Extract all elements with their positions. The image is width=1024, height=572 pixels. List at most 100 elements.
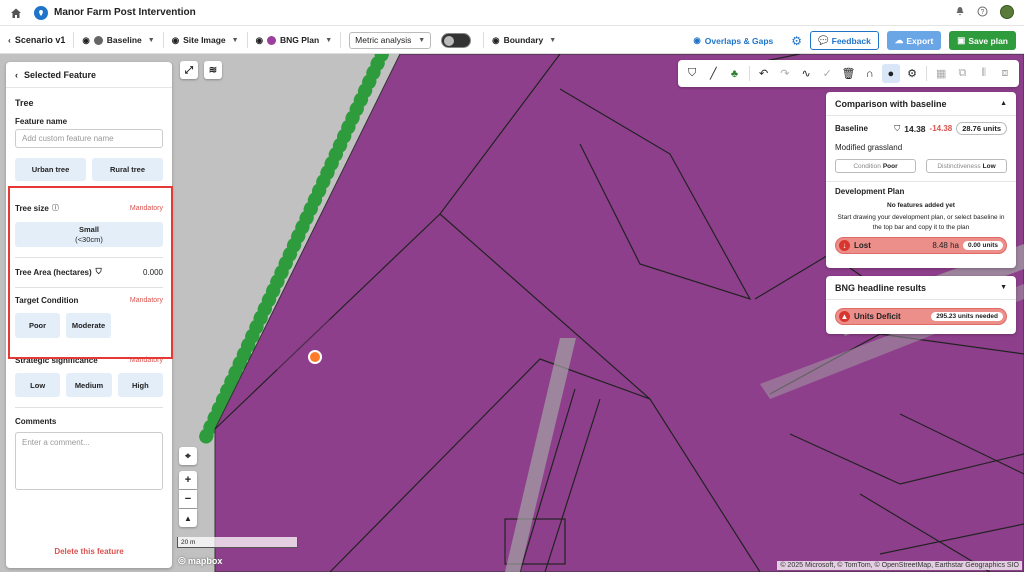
site-image-layer[interactable]: ◉ Site Image ▼ (164, 27, 247, 53)
tree-area-value: 0.000 (142, 267, 163, 277)
urban-tree-button[interactable]: Urban tree (15, 158, 86, 181)
boundary-layer[interactable]: ◉ Boundary ▼ (484, 27, 564, 53)
feedback-label: Feedback (831, 35, 871, 46)
strategic-medium-button[interactable]: Medium (66, 373, 112, 397)
development-plan-title: Development Plan (835, 187, 905, 196)
comments-textarea[interactable]: Enter a comment... (15, 432, 163, 490)
locate-button[interactable]: ⌖ (179, 447, 197, 465)
confirm-check-icon[interactable]: ✓ (818, 64, 836, 83)
fullscreen-button[interactable]: ⤢ (180, 61, 198, 79)
chat-icon: 💬 (818, 35, 829, 45)
app-logo-icon (34, 5, 48, 20)
home-icon[interactable] (8, 5, 24, 21)
notifications-icon[interactable] (955, 6, 965, 18)
deficit-label: Units Deficit (854, 312, 901, 321)
plus-icon: + (184, 474, 192, 486)
app-header: Manor Farm Post Intervention ? (0, 0, 1024, 26)
help-icon[interactable]: ? (977, 6, 988, 19)
eye-icon[interactable]: ◉ (492, 35, 499, 46)
metric-select-value: Metric analysis (355, 35, 412, 45)
delete-feature-button[interactable]: Delete this feature (6, 547, 172, 556)
baseline-label: Baseline (106, 35, 142, 45)
baseline-value: 14.38 (904, 123, 926, 134)
save-plan-button[interactable]: ▣ Save plan (949, 31, 1016, 50)
layers-button[interactable]: ≋ (204, 61, 222, 79)
selected-feature-panel: ‹ Selected Feature Tree Feature name Add… (6, 62, 172, 568)
tool-settings-gear-icon[interactable]: ⚙ (903, 64, 921, 83)
cloud-upload-icon: ☁ (894, 35, 904, 45)
condition-poor-button[interactable]: Poor (15, 313, 60, 338)
redo-icon[interactable]: ↷ (776, 64, 794, 83)
compass-button[interactable]: ▲ (179, 509, 197, 527)
condition-moderate-button[interactable]: Moderate (66, 313, 111, 338)
compass-icon: ▲ (184, 513, 192, 523)
baseline-units-badge: 28.76 units (956, 122, 1007, 135)
freehand-icon[interactable]: ∿ (797, 64, 815, 83)
comparison-header[interactable]: Comparison with baseline ▲ (826, 92, 1016, 116)
panel-header[interactable]: ‹ Selected Feature (6, 62, 172, 88)
condition-chip: Condition Poor (835, 159, 916, 173)
bng-plan-label: BNG Plan (280, 35, 320, 45)
baseline-color-dot (93, 35, 103, 45)
chevron-down-icon: ▼ (325, 36, 333, 44)
delete-trash-icon[interactable]: 🗑 (839, 64, 857, 83)
site-image-label: Site Image (183, 35, 226, 45)
strategic-low-button[interactable]: Low (15, 373, 61, 397)
comments-label: Comments (15, 417, 57, 426)
area-icon: ⛉ (95, 267, 102, 276)
draw-line-icon[interactable]: ╱ (704, 64, 722, 83)
headline-header[interactable]: BNG headline results ▼ (826, 276, 1016, 300)
lost-value: 8.48 ha (932, 240, 960, 250)
units-deficit-bar: ▲ Units Deficit 295.23 units needed (835, 308, 1007, 325)
rural-tree-button[interactable]: Rural tree (92, 158, 163, 181)
baseline-layer[interactable]: ◉ Baseline ▼ (74, 27, 162, 53)
warning-icon: ▲ (839, 311, 850, 322)
bng-plan-layer[interactable]: ◉ BNG Plan ▼ (248, 27, 341, 53)
user-avatar[interactable] (1000, 5, 1014, 19)
tree-size-small-button[interactable]: Small (<30cm) (15, 222, 163, 247)
eye-icon[interactable]: ◉ (82, 35, 89, 46)
zoom-out-button[interactable]: − (179, 490, 197, 508)
baseline-row-label: Baseline (835, 124, 868, 133)
strategic-high-button[interactable]: High (117, 373, 163, 397)
no-features-text: No features added yet (887, 202, 955, 209)
expand-icon: ⤢ (185, 64, 193, 76)
export-button[interactable]: ☁ Export (886, 31, 942, 50)
split-shape-icon[interactable]: ⫴ (975, 64, 993, 83)
draw-polygon-icon[interactable]: ⛉ (683, 64, 701, 83)
boundary-label: Boundary (503, 35, 544, 45)
overlaps-gaps-link[interactable]: ◉ Overlaps & Gaps (693, 35, 773, 46)
metric-toggle[interactable] (441, 32, 472, 48)
settings-gear-icon[interactable]: ⚙ (791, 34, 802, 48)
map-attribution[interactable]: © 2025 Microsoft, © TomTom, © OpenStreet… (777, 561, 1022, 570)
map-scale: 20 m (177, 537, 298, 548)
magnet-icon[interactable]: ∩ (861, 64, 879, 83)
comments-placeholder: Enter a comment... (22, 438, 90, 447)
arrow-down-icon: ↓ (839, 239, 850, 251)
cut-shape-icon[interactable]: ▦ (932, 64, 950, 83)
mapbox-logo[interactable]: ◎ mapbox (178, 555, 222, 566)
tree-icon[interactable]: ♣ (725, 64, 743, 83)
info-icon[interactable]: ⓘ (52, 203, 59, 213)
scenario-back-button[interactable]: ‹ Scenario v1 (0, 27, 73, 53)
chevron-left-icon: ‹ (8, 35, 11, 45)
chevron-down-icon: ▼ (1000, 284, 1007, 291)
zoom-in-button[interactable]: + (179, 471, 197, 489)
merge-shapes-icon[interactable]: ● (881, 64, 900, 83)
tree-area-label: Tree Area (hectares) (15, 267, 92, 277)
deficit-value: 295.23 units needed (931, 312, 1003, 321)
tree-size-mandatory: Mandatory (129, 204, 163, 212)
eye-icon[interactable]: ◉ (172, 35, 179, 46)
strategic-mandatory: Mandatory (129, 357, 163, 364)
eye-icon[interactable]: ◉ (256, 35, 263, 46)
feature-name-input[interactable]: Add custom feature name (15, 129, 163, 148)
metric-select[interactable]: Metric analysis ▼ (349, 31, 432, 49)
chevron-left-icon: ‹ (15, 69, 18, 80)
union-shape-icon[interactable]: ⧈ (996, 64, 1014, 83)
undo-icon[interactable]: ↶ (755, 64, 773, 83)
feedback-button[interactable]: 💬 Feedback (810, 31, 879, 50)
area-icon: ⛉ (894, 123, 901, 133)
baseline-delta: -14.38 (929, 124, 953, 133)
copy-shape-icon[interactable]: ⧉ (953, 64, 971, 83)
chevron-up-icon: ▲ (1000, 100, 1007, 107)
